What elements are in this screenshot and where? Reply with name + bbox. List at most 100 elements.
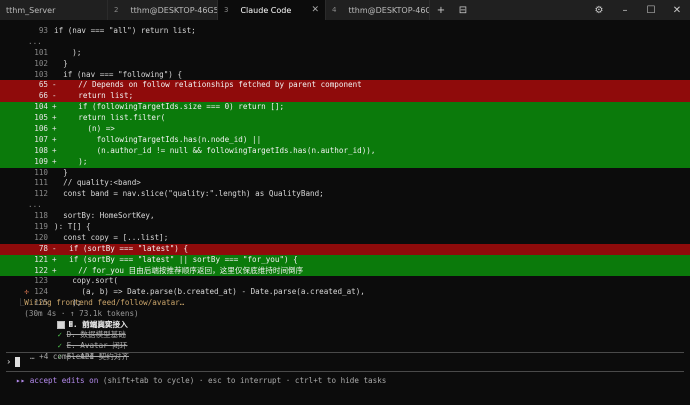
- code-text: return list;: [60, 91, 134, 101]
- line-number: ...: [28, 36, 42, 46]
- diff-marker: +: [52, 134, 57, 144]
- line-number: 105: [34, 113, 48, 123]
- line-number: 112: [34, 189, 48, 199]
- line-number: 104: [34, 102, 48, 112]
- diff-ellipsis: ...: [0, 37, 690, 48]
- code-text: if (sortBy === "latest") {: [60, 243, 189, 253]
- diff-line-added: 106 + (n) =>: [0, 124, 690, 135]
- tab-bar: tthm_Server 2 tthm@DESKTOP-46G5... 3 Cla…: [0, 0, 690, 20]
- prompt-top-divider: [6, 352, 684, 353]
- code-text: ): T[] {: [54, 222, 91, 232]
- line-number: 106: [34, 124, 48, 134]
- code-text: (n.author_id != null && followingTargetI…: [60, 145, 376, 155]
- code-text: // Depends on follow relationships fetch…: [60, 80, 362, 90]
- diff-marker: +: [52, 102, 57, 112]
- diff-line: 119 ): T[] {: [0, 222, 690, 233]
- code-text: // quality:<band>: [54, 178, 141, 188]
- code-text: const copy = [...list];: [54, 232, 169, 242]
- code-text: followingTargetIds.has(n.node_id) ||: [60, 134, 262, 144]
- code-text: if (nav === "all") return list;: [54, 26, 196, 35]
- code-text: );: [60, 156, 88, 166]
- prompt-input[interactable]: ›: [6, 357, 21, 368]
- diff-line: 112 const band = nav.slice("quality:".le…: [0, 189, 690, 200]
- diff-marker: +: [52, 124, 57, 134]
- code-text: if (sortBy === "latest" || sortBy === "f…: [60, 254, 298, 264]
- diff-line-added: 122 + // for_you 目由后端按推荐顺序返回，这里仅保底维持时间倒序: [0, 265, 690, 277]
- line-number: 103: [34, 69, 48, 79]
- line-number: 101: [34, 47, 48, 57]
- window-close-icon[interactable]: ✕: [664, 0, 690, 20]
- diff-line: 103 if (nav === "following") {: [0, 70, 690, 81]
- diff-line: 93 if (nav === "all") return list;: [0, 26, 690, 37]
- split-layout-icon[interactable]: ⊟: [452, 0, 474, 20]
- line-number: 121: [34, 254, 48, 264]
- diff-marker: -: [52, 80, 57, 90]
- tab-desktop-2[interactable]: 2 tthm@DESKTOP-46G5...: [108, 0, 218, 20]
- diff-marker: +: [52, 156, 57, 166]
- line-number: 66: [38, 91, 48, 101]
- status-line: ✢ Wiring frontend feed/follow/avatar… (3…: [0, 276, 690, 318]
- tab-number: 3: [224, 6, 229, 14]
- line-number: 120: [34, 232, 48, 242]
- diff-line-added: 121 + if (sortBy === "latest" || sortBy =…: [0, 254, 690, 266]
- prompt-chevron-icon: ›: [6, 357, 12, 368]
- code-text: }: [54, 58, 68, 68]
- diff-marker: +: [52, 145, 57, 155]
- task-item: ✓ F. API 契约对齐: [0, 330, 690, 361]
- task-panel: ✢ Wiring frontend feed/follow/avatar… (3…: [0, 276, 690, 362]
- tasks-more: … +4 completed: [30, 352, 95, 362]
- diff-marker: +: [52, 254, 57, 264]
- diff-marker: -: [52, 91, 57, 101]
- task-item: I. 测试闭环: [0, 298, 690, 329]
- diff-line: 102 }: [0, 59, 690, 70]
- line-number: 93: [38, 26, 48, 35]
- prompt-bottom-divider: [6, 371, 684, 372]
- tab-label: tthm@DESKTOP-46G5...: [130, 5, 218, 15]
- status-footer: ▸▸ accept edits on (shift+tab to cycle) …: [16, 376, 386, 385]
- tab-desktop-4[interactable]: 4 tthm@DESKTOP-46G5...: [326, 0, 430, 20]
- diff-line-added: 107 + followingTargetIds.has(n.node_id) |…: [0, 134, 690, 146]
- tab-claude-code[interactable]: 3 Claude Code ✕: [218, 0, 326, 20]
- task-item: ⎿ H. 前端真实接入: [0, 287, 690, 329]
- diff-line-added: 104 + if (followingTargetIds.size === 0) …: [0, 102, 690, 114]
- diff-marker: -: [52, 243, 57, 253]
- mode-label[interactable]: accept edits on: [30, 376, 99, 385]
- line-number: 108: [34, 145, 48, 155]
- code-text: const band = nav.slice("quality:".length…: [54, 189, 324, 199]
- close-icon[interactable]: ✕: [305, 5, 319, 15]
- diff-line: 120 const copy = [...list];: [0, 233, 690, 244]
- code-text: // for_you 目由后端按推荐顺序返回，这里仅保底维持时间倒序: [60, 265, 304, 275]
- code-text: return list.filter(: [60, 113, 166, 123]
- diff-line-removed: 66- return list;: [0, 91, 690, 103]
- line-number: 65: [38, 80, 48, 90]
- code-text: );: [54, 47, 82, 57]
- line-number: 78: [38, 243, 48, 253]
- diff-line-added: 105 + return list.filter(: [0, 113, 690, 125]
- diff-marker: +: [52, 265, 57, 275]
- settings-gear-icon[interactable]: ⚙: [586, 0, 612, 20]
- code-text: sortBy: HomeSortKey,: [54, 211, 155, 221]
- maximize-icon[interactable]: ☐: [638, 0, 664, 20]
- line-number: 111: [34, 178, 48, 188]
- code-text: if (followingTargetIds.size === 0) retur…: [60, 102, 285, 112]
- footer-hint: (shift+tab to cycle) · esc to interrupt …: [102, 376, 387, 385]
- diff-line: 111 // quality:<band>: [0, 178, 690, 189]
- code-text: if (nav === "following") {: [54, 69, 183, 79]
- tab-label: tthm@DESKTOP-46G5...: [348, 5, 429, 15]
- task-item: ✓ D. 数据模型基础: [0, 309, 690, 339]
- tab-tthm-server[interactable]: tthm_Server: [0, 0, 108, 20]
- new-tab-button[interactable]: +: [430, 0, 452, 20]
- line-number: 102: [34, 58, 48, 68]
- line-number: ...: [28, 200, 42, 210]
- task-item: ✓ E. Avatar 闭环: [0, 320, 690, 350]
- line-number: 119: [34, 222, 48, 232]
- diff-line: 110 }: [0, 168, 690, 179]
- code-text: }: [54, 167, 68, 177]
- diff-marker: +: [52, 113, 57, 123]
- line-number: 107: [34, 134, 48, 144]
- tab-label: Claude Code: [240, 5, 292, 15]
- line-number: 110: [34, 167, 48, 177]
- diff-line: 101 );: [0, 48, 690, 59]
- minimize-icon[interactable]: –: [612, 0, 638, 20]
- line-number: 122: [34, 265, 48, 275]
